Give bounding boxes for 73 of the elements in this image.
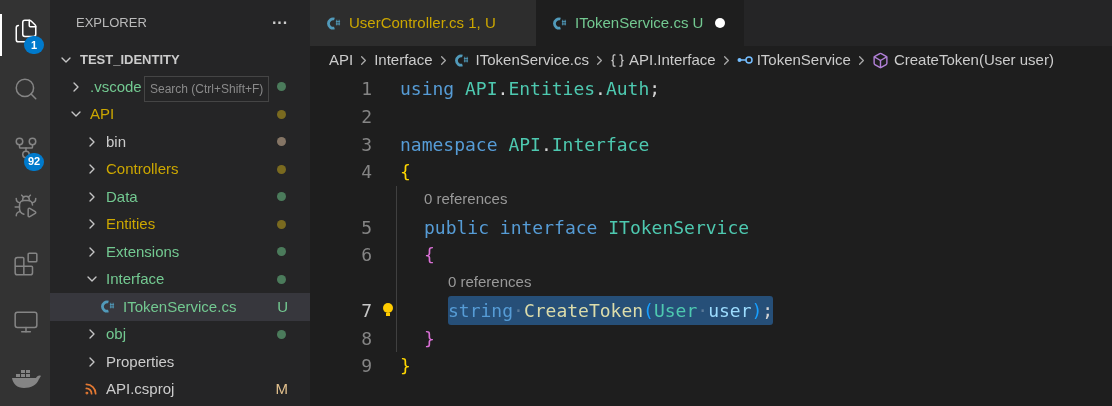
activity-item[interactable]: 92 — [0, 130, 50, 173]
file-name: Controllers — [106, 159, 179, 179]
code-line: } — [424, 326, 435, 351]
tree-item[interactable]: obj — [50, 320, 310, 348]
breadcrumb-item[interactable]: ITokenService — [756, 48, 851, 72]
tooltip: Search (Ctrl+Shift+F) — [144, 76, 270, 102]
line-number: 2 — [360, 105, 372, 130]
panel-title: EXPLORER — [76, 14, 147, 33]
monitor-icon[interactable] — [13, 309, 39, 336]
line-number: 3 — [360, 132, 372, 157]
file-name: ITokenService.cs — [123, 296, 237, 317]
code-line: } — [400, 354, 411, 379]
file-name: Data — [106, 186, 138, 207]
rss-icon — [84, 382, 98, 397]
whale-icon[interactable] — [10, 367, 42, 388]
tree-item[interactable]: API — [50, 100, 310, 128]
more-actions-button[interactable]: ··· — [272, 11, 288, 35]
file-name: API — [90, 104, 115, 124]
count-badge: 1 — [24, 36, 44, 54]
line-number: 7 — [360, 298, 372, 323]
breadcrumb-item[interactable]: API.Interface — [628, 48, 716, 72]
file-name: Entities — [106, 214, 156, 234]
tree-item[interactable]: API.csproj M — [50, 375, 310, 403]
cube-icon — [871, 51, 889, 69]
line-number: 4 — [360, 160, 372, 185]
file-name: obj — [106, 324, 127, 344]
file-name: Properties — [106, 351, 175, 372]
line-number: 9 — [360, 354, 372, 379]
line-number: 6 — [360, 243, 372, 268]
file-name: Extensions — [106, 241, 180, 262]
tree-item[interactable]: Interface — [50, 265, 310, 293]
editor-tab[interactable]: ITokenService.cs U — [536, 0, 744, 46]
breadcrumb-item[interactable]: Interface — [374, 48, 433, 72]
line-number: 5 — [360, 215, 372, 240]
file-name: Interface — [106, 269, 165, 289]
csharp-icon — [552, 15, 567, 31]
breadcrumb-item[interactable]: ITokenService.cs — [475, 48, 589, 72]
references-lens[interactable]: 0 references — [448, 271, 532, 294]
tree-item[interactable]: TEST_IDENTITY — [50, 46, 310, 73]
git-status-letter: U — [277, 296, 288, 317]
tree-item[interactable]: ITokenService.cs U — [50, 293, 310, 321]
code-line: { — [400, 160, 411, 185]
tree-item[interactable]: Data — [50, 183, 310, 211]
tree-item[interactable]: Extensions — [50, 238, 310, 266]
code-line: public interface ITokenService — [424, 215, 750, 240]
bug-play-icon[interactable] — [13, 192, 39, 219]
csharp-icon — [453, 52, 469, 68]
interface-icon — [736, 55, 753, 65]
csharp-icon — [326, 15, 341, 31]
braces-icon — [609, 52, 625, 68]
folder-name: TEST_IDENTITY — [80, 50, 180, 69]
tree-item[interactable]: Controllers — [50, 155, 310, 183]
file-name: .vscode — [90, 76, 142, 97]
tree-item[interactable]: Entities — [50, 210, 310, 238]
code-line: using API.Entities.Auth; — [400, 77, 661, 102]
tree-item[interactable]: Properties — [50, 348, 310, 376]
line-number: 1 — [360, 77, 372, 102]
file-name: API.csproj — [106, 379, 175, 399]
csharp-icon — [100, 299, 115, 315]
extensions-icon[interactable] — [13, 251, 39, 278]
tab-label: ITokenService.cs U — [575, 12, 704, 33]
editor-tab[interactable]: UserController.cs 1, U — [310, 0, 536, 46]
references-lens[interactable]: 0 references — [424, 188, 508, 211]
code-line: { — [424, 243, 435, 268]
git-status-letter: M — [275, 379, 288, 399]
tree-item[interactable]: bin — [50, 128, 310, 156]
breadcrumb-item[interactable]: API — [329, 48, 354, 72]
tab-label: UserController.cs 1, U — [349, 12, 496, 33]
count-badge: 92 — [24, 152, 45, 171]
file-name: bin — [106, 131, 127, 152]
breadcrumb-item[interactable]: CreateToken(User user) — [893, 48, 1054, 72]
line-number: 8 — [360, 326, 372, 351]
code-line: namespace API.Interface — [400, 132, 650, 157]
